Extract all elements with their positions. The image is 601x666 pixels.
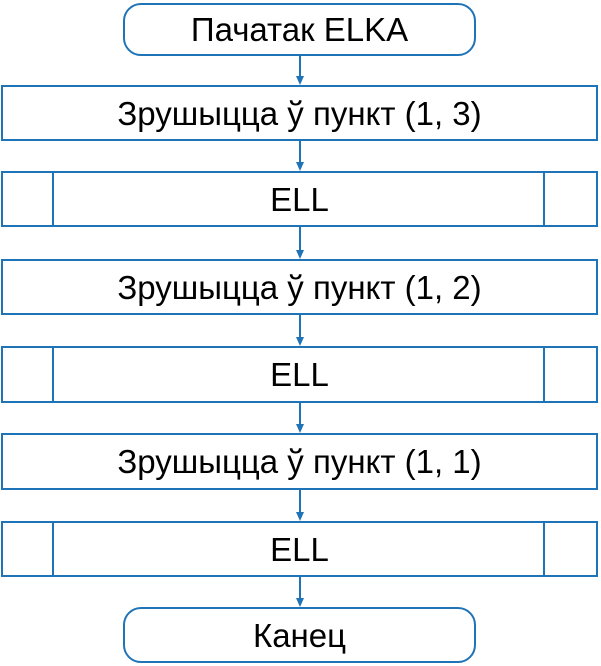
step-2-subroutine-box: ELL [1,171,598,227]
flowchart: Пачатак ELKA Зрушыцца ў пункт (1, 3) ELL… [0,0,601,666]
step-4-label: ELL [270,356,329,393]
arrow-head [296,337,304,346]
arrow-step-1-to-step-2 [296,141,305,171]
step-3-label: Зрушыцца ў пункт (1, 2) [117,268,482,306]
arrow-shaft [299,403,301,424]
arrow-shaft [299,141,301,162]
step-5-label: Зрушыцца ў пункт (1, 1) [117,443,482,480]
arrow-shaft [299,490,301,512]
arrow-head [296,424,304,433]
arrow-step-2-to-step-3 [296,227,305,259]
arrow-start-to-step-1 [296,56,305,85]
step-6-label: ELL [270,530,329,568]
step-1-label: Зрушыцца ў пункт (1, 3) [117,94,482,132]
arrow-step-3-to-step-4 [296,315,305,346]
step-3-process-box: Зрушыцца ў пункт (1, 2) [1,259,598,315]
arrow-head [296,76,304,85]
arrow-shaft [299,577,301,598]
step-2-label: ELL [270,180,329,218]
arrow-step-6-to-end [296,577,305,607]
arrow-step-4-to-step-5 [296,403,305,433]
arrow-head [296,162,304,171]
arrow-head [296,250,304,259]
arrow-head [296,512,304,521]
step-4-subroutine-box: ELL [1,346,598,403]
arrow-shaft [299,56,301,76]
start-label: Пачатак ELKA [190,11,409,48]
end-label: Канец [252,616,347,654]
step-5-process-box: Зрушыцца ў пункт (1, 1) [1,433,598,490]
arrow-shaft [299,315,301,337]
arrow-shaft [299,227,301,250]
arrow-step-5-to-step-6 [296,490,305,521]
end-terminal: Канец [123,607,476,663]
step-1-process-box: Зрушыцца ў пункт (1, 3) [1,85,598,141]
arrow-head [296,598,304,607]
start-terminal: Пачатак ELKA [123,3,476,56]
step-6-subroutine-box: ELL [1,521,598,577]
